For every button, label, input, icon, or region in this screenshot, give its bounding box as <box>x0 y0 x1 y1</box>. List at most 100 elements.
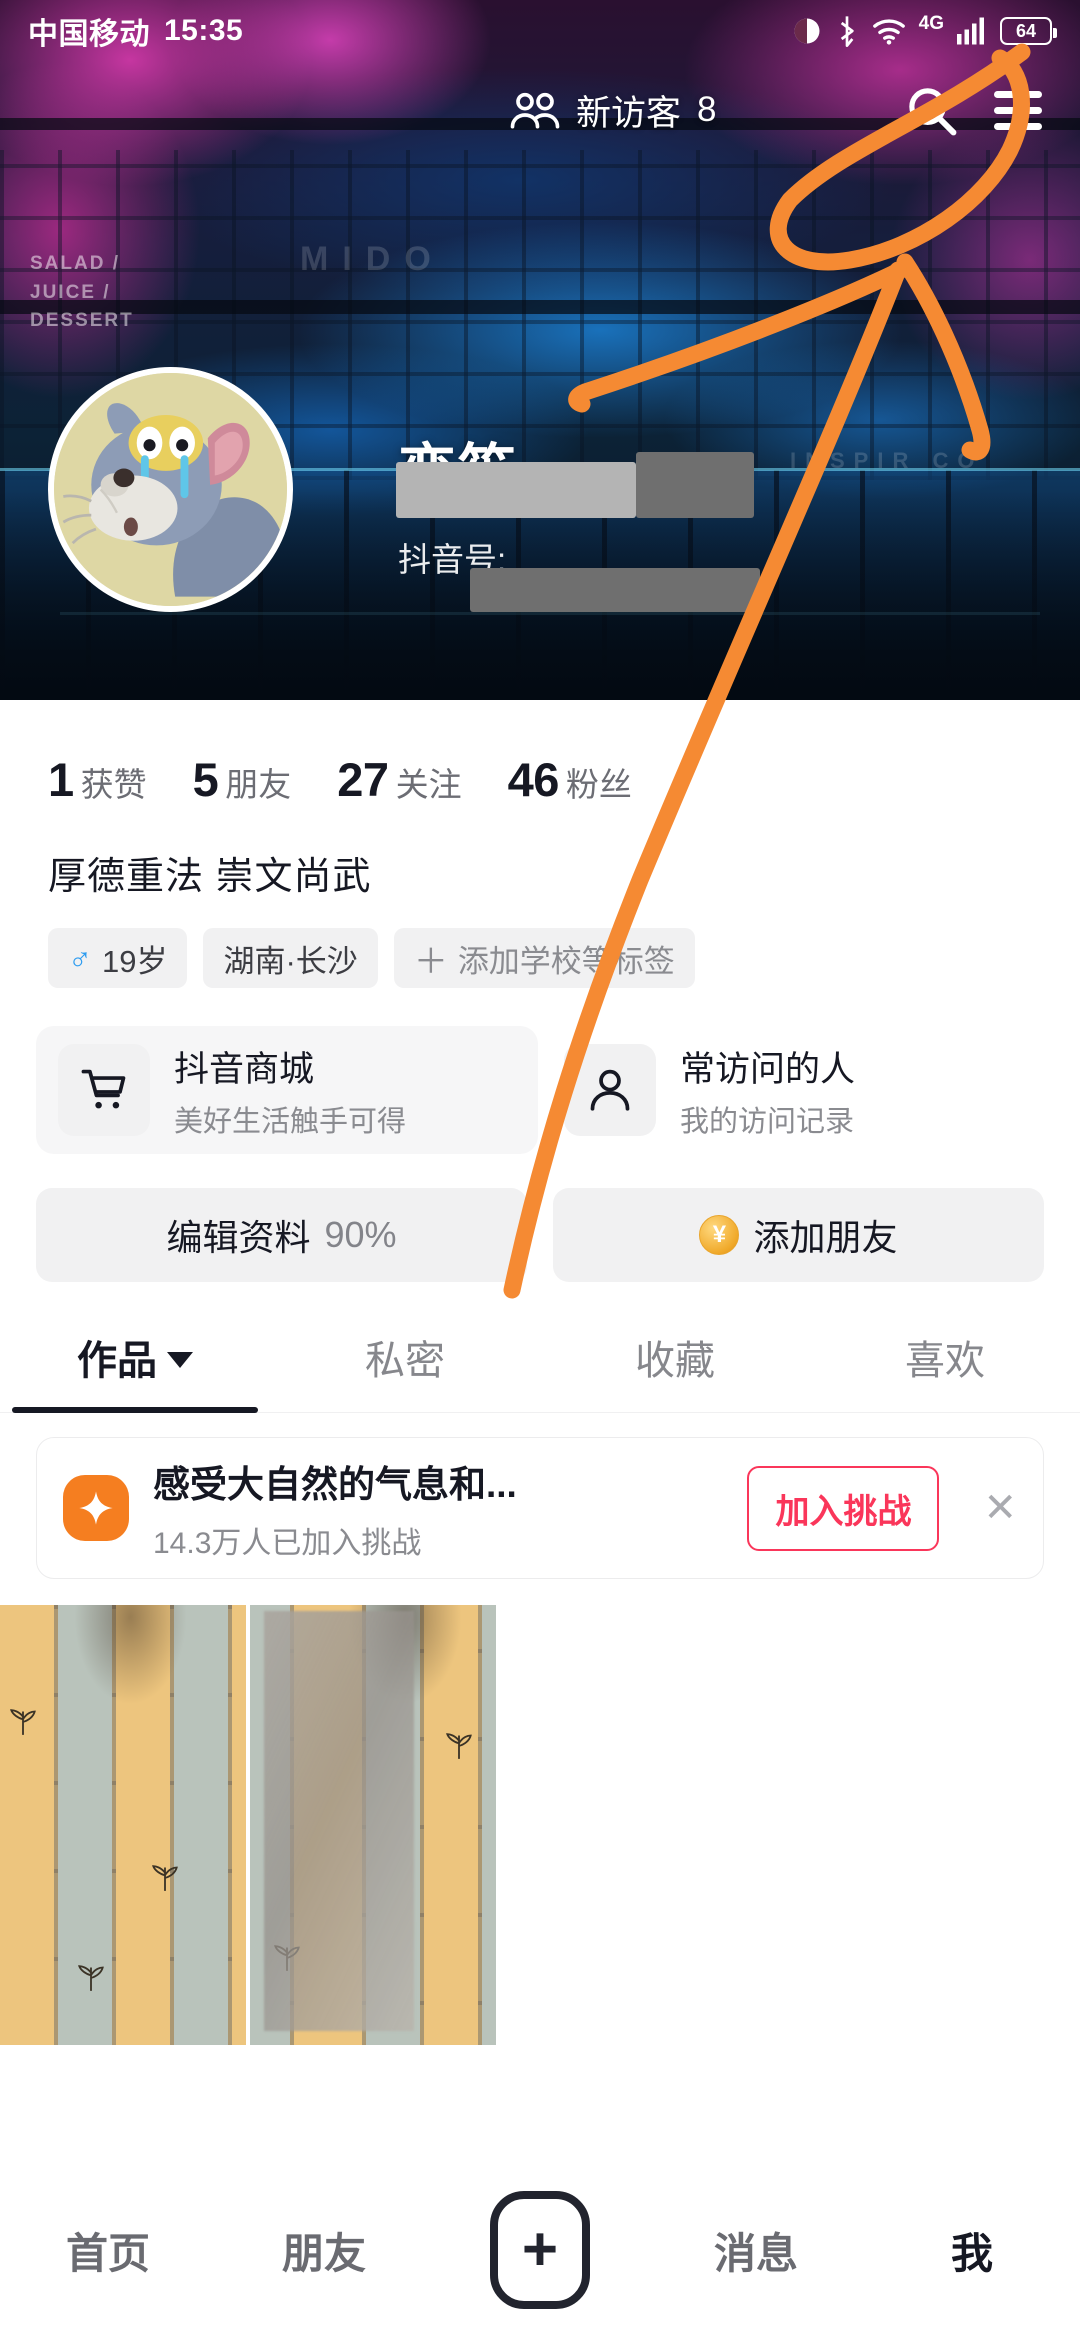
tab-liked-label: 喜欢 <box>905 1339 985 1383</box>
person-icon <box>590 1069 630 1111</box>
status-bar-left: 中国移动 15:35 <box>28 9 243 53</box>
tag-add-school[interactable]: ＋ 添加学校等标签 <box>393 928 695 988</box>
signal-bars-icon <box>957 17 984 45</box>
entry-cards-row: 抖音商城 美好生活触手可得 常访问的人 我的访问记录 <box>0 988 1080 1154</box>
stat-friends[interactable]: 5 朋友 <box>193 752 292 807</box>
active-tab-underline <box>12 1407 258 1413</box>
entry-text: 抖音商城 美好生活触手可得 <box>174 1041 406 1140</box>
plus-icon[interactable]: + <box>490 2191 590 2309</box>
clock-label: 15:35 <box>164 14 244 47</box>
close-icon[interactable]: ✕ <box>983 1488 1017 1528</box>
status-bar-right: 4G 64 <box>792 13 1057 47</box>
username-redaction <box>636 452 754 518</box>
nav-create-post[interactable]: + <box>432 2191 648 2309</box>
stat-label: 获赞 <box>80 766 147 803</box>
tag-location[interactable]: 湖南·长沙 <box>203 928 378 988</box>
entry-title: 常访问的人 <box>680 1049 856 1089</box>
hamburger-line <box>994 122 1042 130</box>
stat-likes[interactable]: 1 获赞 <box>48 752 147 807</box>
new-visitors-count: 8 <box>697 90 717 129</box>
stat-label: 粉丝 <box>565 766 632 803</box>
sparkle-glyph <box>79 1491 113 1525</box>
profile-bio[interactable]: 厚德重法 崇文尚武 <box>0 807 1080 900</box>
search-icon[interactable] <box>904 83 958 137</box>
stat-value: 5 <box>192 753 219 806</box>
add-friend-button[interactable]: ¥ 添加朋友 <box>553 1188 1044 1282</box>
battery-icon: 64 <box>1000 17 1057 45</box>
entry-frequent-visitors[interactable]: 常访问的人 我的访问记录 <box>564 1026 1044 1154</box>
profile-stats-row: 1 获赞 5 朋友 27 关注 46 粉丝 <box>0 700 1080 807</box>
network-type-label: 4G <box>918 13 944 34</box>
tab-liked[interactable]: 喜欢 <box>810 1328 1080 1412</box>
cover-text-salad: SALAD / JUICE / DESSERT <box>30 253 134 331</box>
entry-icon-box <box>564 1044 656 1136</box>
stat-label: 朋友 <box>225 766 292 803</box>
challenge-title: 感受大自然的气息和... <box>153 1464 517 1505</box>
edit-profile-button[interactable]: 编辑资料 90% <box>36 1188 527 1282</box>
join-challenge-button[interactable]: 加入挑战 <box>747 1465 940 1551</box>
challenge-subtitle: 14.3万人已加入挑战 <box>153 1527 422 1560</box>
tab-private[interactable]: 私密 <box>270 1328 540 1412</box>
tag-location-label: 湖南·长沙 <box>223 943 358 979</box>
avatar[interactable] <box>48 367 293 612</box>
new-visitors-label: 新访客 <box>576 93 682 133</box>
edit-profile-label: 编辑资料 <box>166 1217 311 1258</box>
video-thumbnail-1[interactable] <box>0 1605 246 2045</box>
content-tabs: 作品 私密 收藏 喜欢 <box>0 1328 1080 1413</box>
bluetooth-icon <box>840 16 854 47</box>
challenge-banner[interactable]: 感受大自然的气息和... 14.3万人已加入挑战 加入挑战 ✕ <box>36 1437 1044 1579</box>
tab-private-label: 私密 <box>365 1339 445 1383</box>
tag-add-school-label: 添加学校等标签 <box>457 943 675 979</box>
video-thumbnail-2[interactable] <box>250 1605 496 2045</box>
plus-icon: ＋ <box>413 942 448 981</box>
new-visitors-entry[interactable]: 新访客 8 <box>510 85 716 136</box>
stat-label: 关注 <box>395 766 462 803</box>
yuan-coin-icon: ¥ <box>699 1215 740 1255</box>
profile-actions-row: 编辑资料 90% ¥ 添加朋友 <box>0 1154 1080 1282</box>
entry-icon-box <box>58 1044 150 1136</box>
hamburger-menu-icon[interactable] <box>992 85 1044 136</box>
sparkle-icon <box>63 1475 129 1541</box>
chevron-down-icon[interactable] <box>167 1352 193 1368</box>
shopping-cart-icon <box>81 1069 126 1109</box>
stat-value: 27 <box>337 753 389 806</box>
nav-me[interactable]: 我 <box>864 2220 1080 2281</box>
cover-header-bar: 新访客 8 <box>0 62 1080 158</box>
username-redaction <box>396 462 636 518</box>
tab-favorites[interactable]: 收藏 <box>540 1328 810 1412</box>
stat-following[interactable]: 27 关注 <box>337 752 461 807</box>
sprout-icon <box>78 1965 104 1991</box>
stat-value: 46 <box>507 753 560 806</box>
tab-works[interactable]: 作品 <box>0 1328 270 1412</box>
entry-subtitle: 我的访问记录 <box>680 1105 855 1138</box>
status-bar: 中国移动 15:35 4G 64 <box>0 0 1080 62</box>
sprout-icon <box>10 1709 36 1735</box>
tag-age-label: 19岁 <box>102 943 168 979</box>
cover-text-mido: MIDO <box>300 240 445 278</box>
people-group-icon <box>510 92 560 129</box>
male-gender-icon: ♂ <box>68 939 92 976</box>
tom-cat-avatar-image <box>54 373 287 606</box>
carrier-label: 中国移动 <box>28 18 150 51</box>
nav-messages[interactable]: 消息 <box>648 2220 864 2281</box>
challenge-banner-wrap: 感受大自然的气息和... 14.3万人已加入挑战 加入挑战 ✕ <box>0 1413 1080 1579</box>
eye-icon <box>794 18 820 44</box>
tab-works-label: 作品 <box>77 1339 157 1383</box>
video-grid <box>0 1605 1080 2045</box>
entry-text: 常访问的人 我的访问记录 <box>680 1041 855 1140</box>
entry-douyin-mall[interactable]: 抖音商城 美好生活触手可得 <box>36 1026 538 1154</box>
sprout-icon <box>152 1865 178 1891</box>
entry-subtitle: 美好生活触手可得 <box>174 1105 407 1138</box>
nav-home[interactable]: 首页 <box>0 2220 216 2281</box>
hamburger-line <box>994 106 1042 114</box>
stat-followers[interactable]: 46 粉丝 <box>508 752 632 807</box>
douyin-id-redaction <box>470 568 760 612</box>
nav-friends[interactable]: 朋友 <box>216 2220 432 2281</box>
hamburger-line <box>994 90 1042 98</box>
challenge-banner-text: 感受大自然的气息和... 14.3万人已加入挑战 <box>153 1454 723 1562</box>
battery-level-label: 64 <box>1015 20 1037 41</box>
edit-profile-percent: 90% <box>324 1214 397 1255</box>
cover-text-inspir: INSPIR CO <box>790 448 984 473</box>
tag-age[interactable]: ♂ 19岁 <box>48 928 188 988</box>
video-thumbnail-redaction <box>264 1611 414 2031</box>
